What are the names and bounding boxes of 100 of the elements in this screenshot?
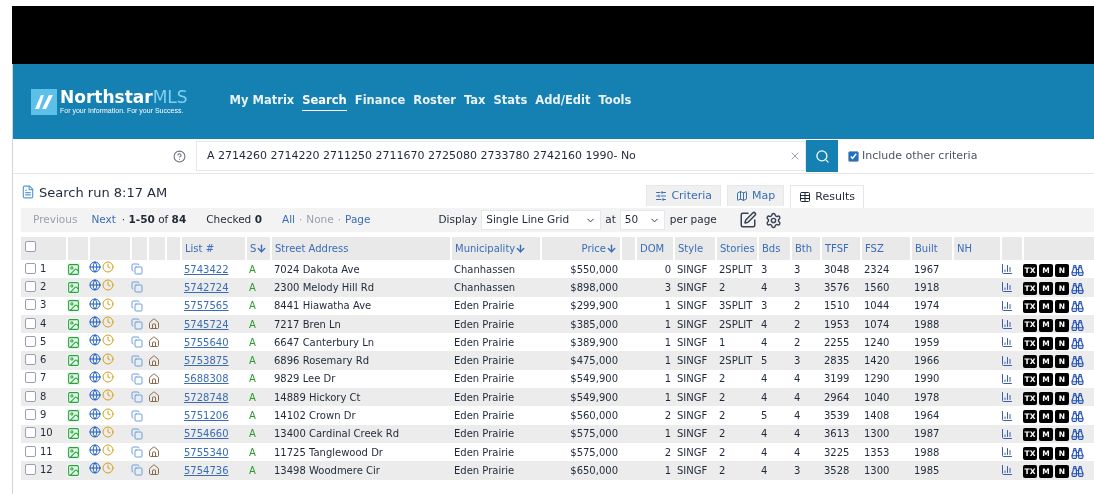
photo-icon[interactable] (67, 299, 80, 313)
row-checkbox[interactable] (25, 445, 36, 457)
nav-link[interactable]: My Matrix (229, 92, 295, 111)
select-link[interactable]: All (281, 212, 295, 228)
binoculars-icon[interactable] (1071, 300, 1084, 314)
row-checkbox[interactable] (25, 427, 36, 439)
binoculars-icon[interactable] (1071, 318, 1084, 332)
column-header[interactable]: List # (185, 241, 215, 256)
globe-icon[interactable] (89, 407, 101, 420)
row-checkbox[interactable] (25, 409, 36, 420)
display-select[interactable]: Single Line Grid (481, 210, 602, 230)
copy-icon[interactable] (131, 427, 143, 440)
binoculars-icon[interactable] (1071, 336, 1084, 350)
bar-chart-icon[interactable] (1001, 427, 1013, 440)
copy-icon[interactable] (131, 354, 143, 367)
photo-icon[interactable] (67, 262, 80, 276)
search-button[interactable] (806, 140, 838, 172)
globe-icon[interactable] (89, 316, 101, 329)
copy-icon[interactable] (131, 281, 143, 294)
photo-icon[interactable] (67, 317, 80, 331)
globe-icon[interactable] (89, 425, 101, 438)
nav-link[interactable]: Add/Edit (535, 92, 591, 111)
globe-icon[interactable] (89, 261, 101, 274)
select-all-checkbox[interactable] (25, 241, 36, 252)
globe-icon[interactable] (89, 462, 101, 475)
house-icon[interactable] (148, 464, 160, 477)
binoculars-icon[interactable] (1071, 355, 1084, 369)
column-header[interactable]: Price (581, 241, 617, 256)
binoculars-icon[interactable] (1071, 464, 1084, 478)
copy-icon[interactable] (131, 263, 143, 276)
photo-icon[interactable] (67, 409, 80, 422)
house-icon[interactable] (148, 318, 160, 331)
listing-link[interactable]: 5755640 (184, 336, 229, 348)
house-icon[interactable] (148, 354, 160, 367)
globe-icon[interactable] (89, 352, 101, 365)
row-checkbox[interactable] (25, 262, 36, 274)
listing-link[interactable]: 5751206 (184, 410, 229, 421)
bar-chart-icon[interactable] (1001, 336, 1013, 349)
photo-icon[interactable] (67, 445, 80, 459)
column-header[interactable]: NH (957, 241, 972, 256)
row-checkbox[interactable] (25, 463, 36, 475)
nav-link[interactable]: Roster (413, 92, 456, 111)
binoculars-icon[interactable] (1071, 263, 1084, 277)
bar-chart-icon[interactable] (1001, 299, 1013, 312)
binoculars-icon[interactable] (1071, 410, 1084, 424)
row-checkbox[interactable] (25, 280, 36, 292)
column-header[interactable]: Street Address (275, 241, 349, 256)
photo-icon[interactable] (67, 390, 80, 404)
binoculars-icon[interactable] (1071, 373, 1084, 387)
view-tab[interactable]: Results (790, 185, 864, 208)
help-icon[interactable] (173, 149, 186, 163)
column-header[interactable]: DOM (640, 241, 665, 256)
photo-icon[interactable] (67, 280, 80, 294)
binoculars-icon[interactable] (1071, 391, 1084, 405)
column-header[interactable]: Municipality (455, 241, 527, 256)
column-header[interactable]: FSZ (865, 241, 884, 256)
settings-icon[interactable] (764, 211, 782, 229)
binoculars-icon[interactable] (1071, 282, 1084, 295)
copy-icon[interactable] (131, 391, 143, 404)
globe-icon[interactable] (89, 444, 101, 457)
house-icon[interactable] (148, 391, 160, 404)
row-checkbox[interactable] (25, 390, 36, 402)
copy-icon[interactable] (131, 299, 143, 312)
row-checkbox[interactable] (25, 372, 36, 384)
listing-link[interactable]: 5728748 (184, 391, 229, 403)
copy-icon[interactable] (131, 336, 143, 349)
listing-link[interactable]: 5742724 (184, 281, 229, 293)
nav-link[interactable]: Finance (354, 92, 406, 111)
column-header[interactable]: Bth (795, 241, 813, 256)
listing-link[interactable]: 5753875 (184, 355, 229, 367)
row-checkbox[interactable] (25, 317, 36, 329)
photo-icon[interactable] (67, 427, 80, 441)
view-tab[interactable]: Map (727, 185, 785, 206)
binoculars-icon[interactable] (1071, 428, 1084, 442)
column-header[interactable]: Built (915, 241, 938, 256)
binoculars-icon[interactable] (1071, 446, 1084, 460)
listing-link[interactable]: 5754660 (184, 428, 229, 440)
row-checkbox[interactable] (25, 354, 36, 366)
house-icon[interactable] (148, 336, 160, 349)
bar-chart-icon[interactable] (1001, 446, 1013, 459)
edit-icon[interactable] (738, 211, 757, 229)
search-field[interactable]: A 2714260 2714220 2711250 2711670 2725080 2733780 2742160 1990- No (196, 141, 806, 171)
copy-icon[interactable] (131, 409, 143, 422)
bar-chart-icon[interactable] (1001, 464, 1013, 477)
bar-chart-icon[interactable] (1001, 318, 1013, 331)
house-icon[interactable] (148, 372, 160, 385)
listing-link[interactable]: 5743422 (184, 263, 229, 275)
column-header[interactable]: S (250, 241, 268, 256)
listing-link[interactable]: 5755340 (184, 446, 229, 458)
column-header[interactable]: Style (678, 241, 704, 256)
globe-icon[interactable] (89, 370, 101, 383)
bar-chart-icon[interactable] (1001, 409, 1013, 422)
view-tab[interactable]: Criteria (646, 185, 722, 206)
nav-link[interactable]: Search (302, 92, 347, 111)
next-link[interactable]: Next (91, 212, 116, 228)
globe-icon[interactable] (89, 279, 101, 292)
listing-link[interactable]: 5688308 (184, 373, 229, 385)
globe-icon[interactable] (89, 297, 101, 310)
photo-icon[interactable] (67, 372, 80, 386)
photo-icon[interactable] (67, 354, 80, 368)
